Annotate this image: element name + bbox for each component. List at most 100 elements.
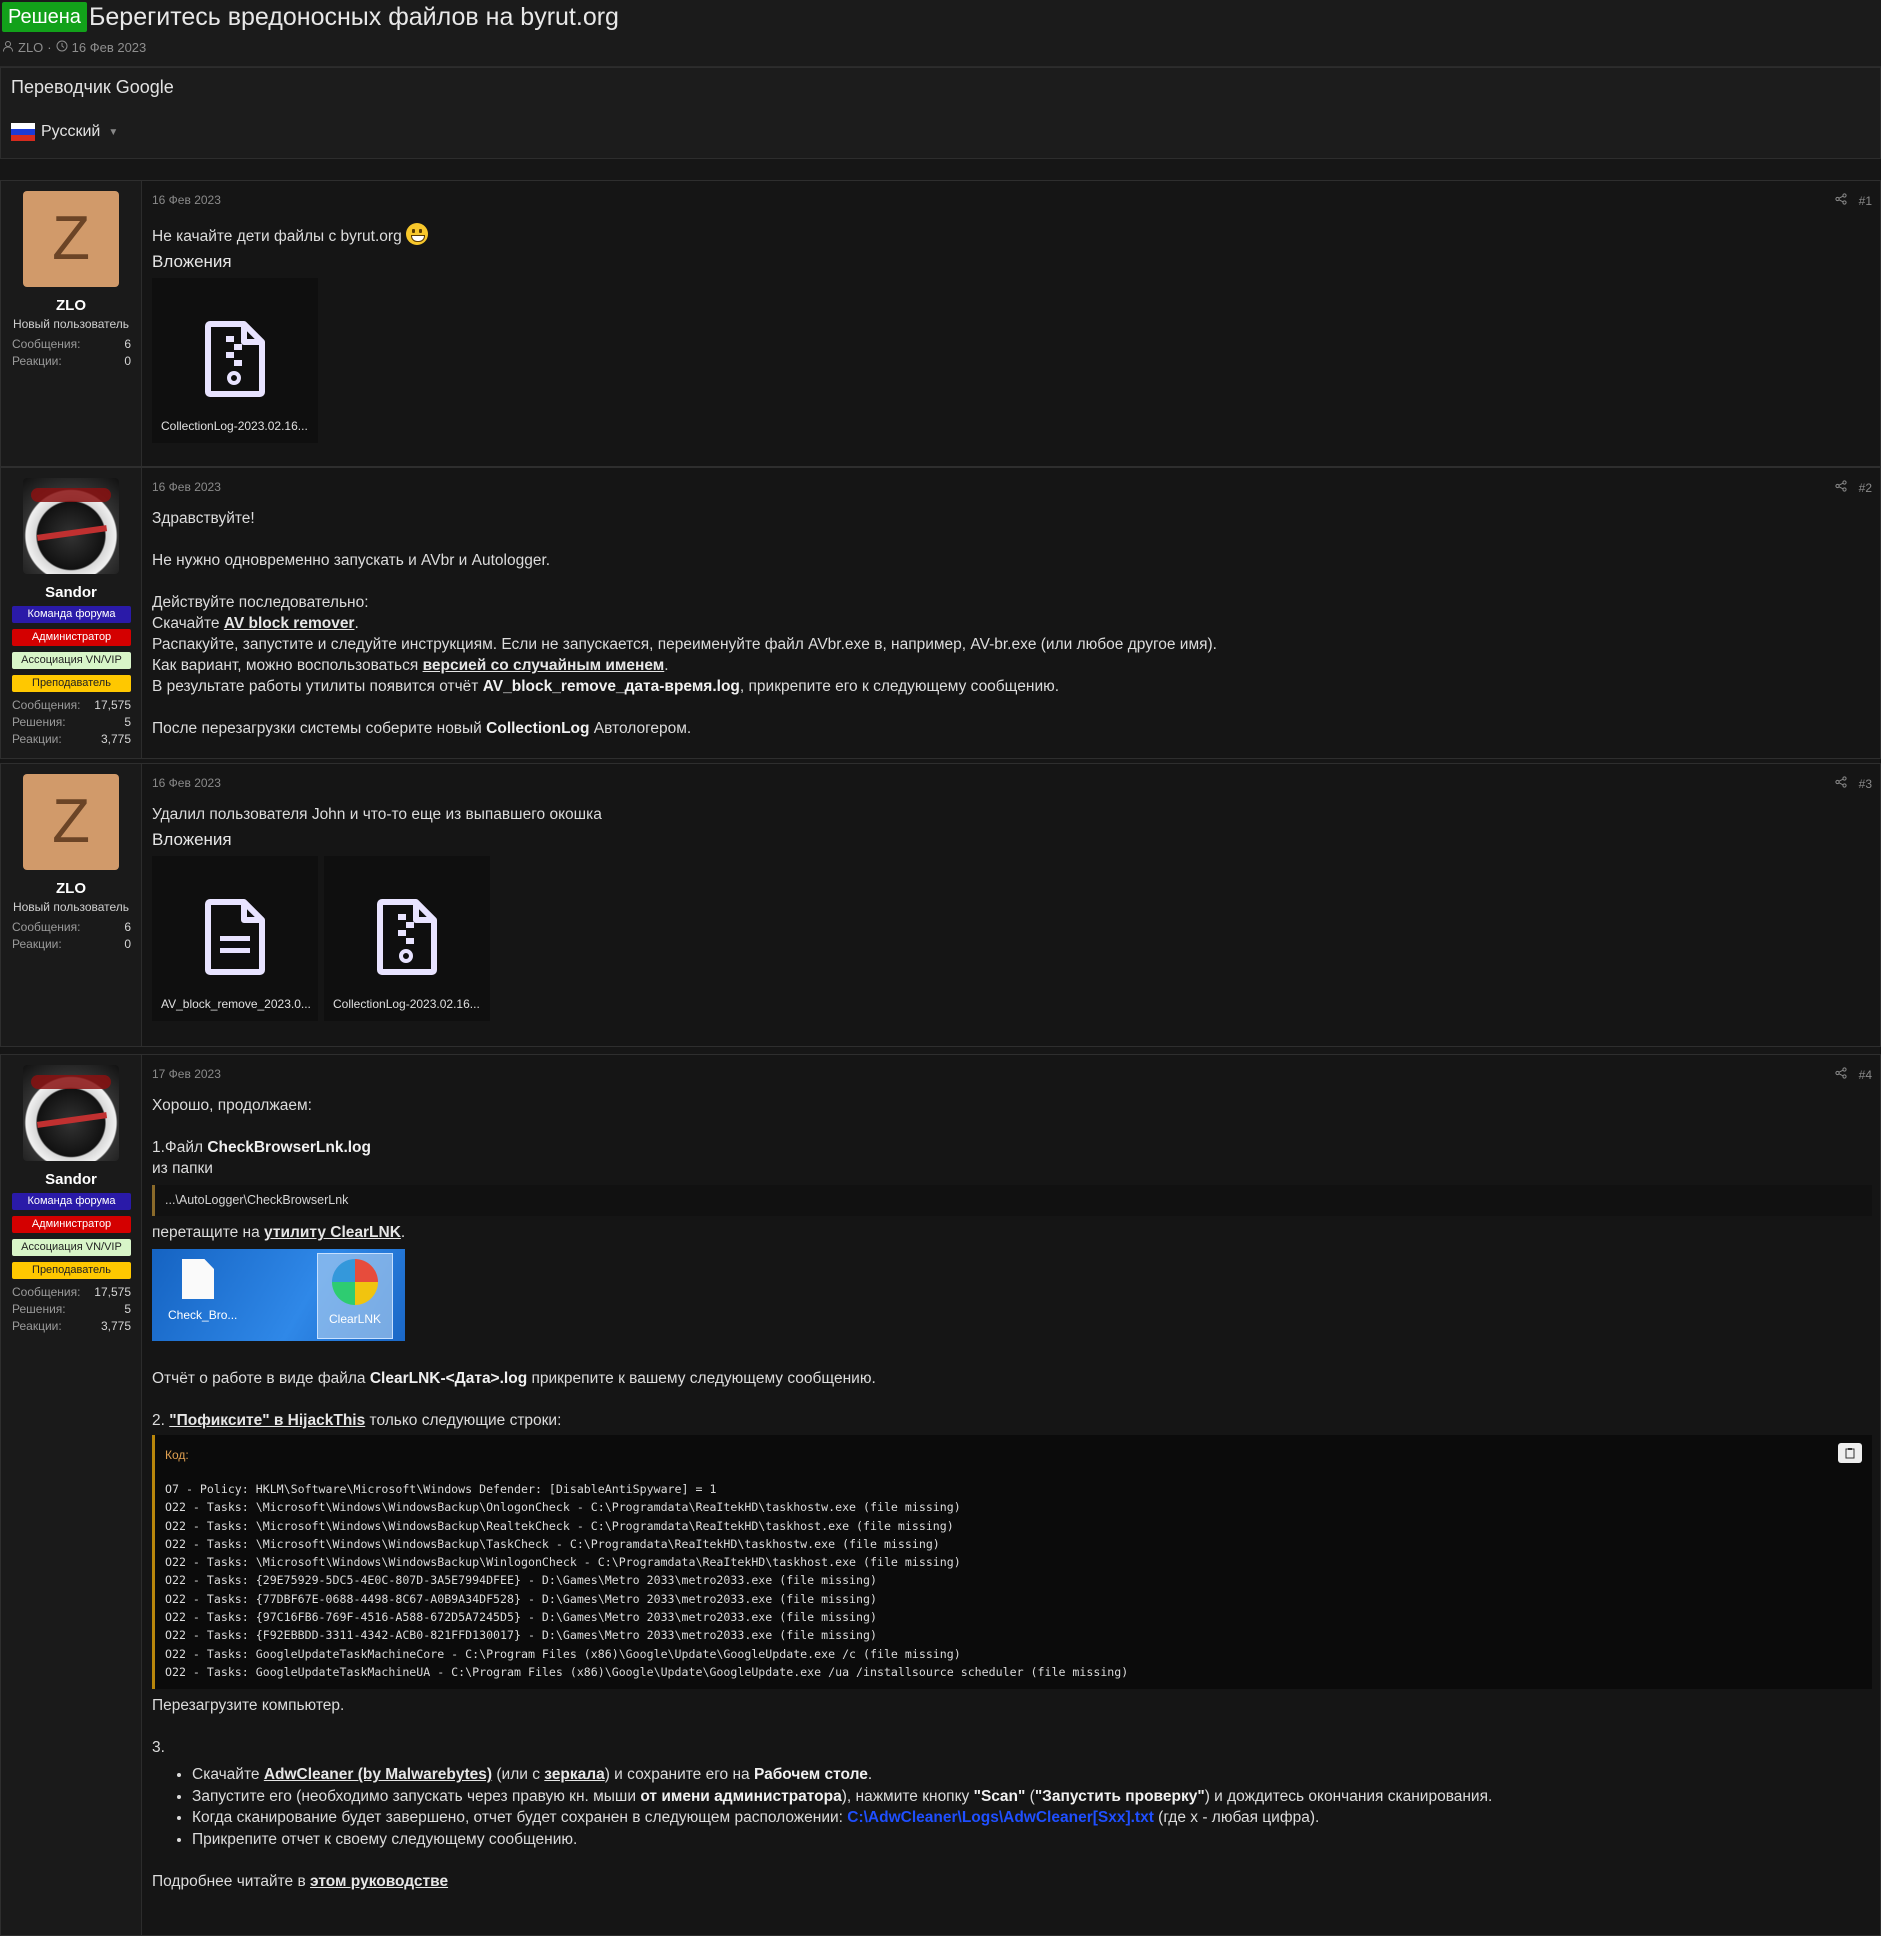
language-select-value: Русский	[41, 123, 101, 140]
stat-reactions: Реакции: 3,775	[12, 1319, 131, 1333]
banner-team: Команда форума	[12, 606, 131, 623]
hijackthis-link[interactable]: "Пофиксите" в HijackThis	[169, 1412, 365, 1429]
attachment-name: CollectionLog-2023.02.16...	[161, 419, 308, 433]
zip-file-icon	[377, 899, 437, 975]
stat-solutions: Решения: 5	[12, 1302, 131, 1316]
text-file-icon	[205, 899, 265, 975]
translator-title: Переводчик Google	[11, 77, 174, 97]
guide-link[interactable]: этом руководстве	[310, 1873, 448, 1890]
clearlnk-link[interactable]: утилиту ClearLNK	[264, 1224, 401, 1241]
share-icon[interactable]	[1835, 480, 1847, 495]
attachments-header: Вложения	[152, 830, 232, 849]
thread-date[interactable]: 16 Фев 2023	[72, 40, 147, 55]
username[interactable]: ZLO	[1, 297, 141, 314]
avatar[interactable]: Z	[23, 191, 119, 287]
clearlnk-app-icon: ClearLNK	[328, 1259, 382, 1330]
desktop-file-icon: Check_Bro...	[168, 1259, 237, 1326]
stat-messages: Сообщения: 17,575	[12, 1285, 131, 1299]
user-sidebar: Z ZLO Новый пользователь Сообщения: 6 Реа…	[1, 181, 142, 466]
post-number[interactable]: #2	[1859, 481, 1872, 495]
code-line: O22 - Tasks: {29E75929-5DC5-4E0C-807D-3A…	[165, 1573, 877, 1588]
code-line: O22 - Tasks: \Microsoft\Windows\WindowsB…	[165, 1555, 961, 1570]
code-label: Код:	[165, 1448, 189, 1462]
path-quote: ...\AutoLogger\CheckBrowserLnk	[152, 1185, 1872, 1216]
list-item: Прикрепите отчет к своему следующему соо…	[192, 1829, 1872, 1851]
stat-messages: Сообщения: 17,575	[12, 698, 131, 712]
user-title: Новый пользователь	[12, 317, 130, 331]
user-sidebar: Z ZLO Новый пользователь Сообщения: 6 Реа…	[1, 764, 142, 1046]
post-date[interactable]: 16 Фев 2023	[152, 480, 221, 494]
banner-vip: Ассоциация VN/VIP	[12, 652, 131, 669]
stat-messages: Сообщения: 6	[12, 920, 131, 934]
avatar[interactable]: Z	[23, 774, 119, 870]
banner-vip: Ассоциация VN/VIP	[12, 1239, 131, 1256]
adwcleaner-link[interactable]: AdwCleaner (by Malwarebytes)	[264, 1766, 492, 1783]
copy-button[interactable]	[1838, 1443, 1862, 1463]
user-icon	[2, 40, 14, 55]
post-4: Sandor Команда форума Администратор Ассо…	[0, 1054, 1881, 1936]
banner-admin: Администратор	[12, 1216, 131, 1233]
post-date[interactable]: 17 Фев 2023	[152, 1067, 221, 1081]
random-name-version-link[interactable]: версией со случайным именем	[423, 657, 665, 674]
list-item: Запустите его (необходимо запускать чере…	[192, 1786, 1872, 1808]
username[interactable]: Sandor	[1, 1171, 141, 1188]
solved-badge: Решена	[2, 2, 87, 32]
code-line: O22 - Tasks: {F92EBBDD-3311-4342-ACB0-82…	[165, 1628, 877, 1643]
banner-admin: Администратор	[12, 629, 131, 646]
greeting: Здравствуйте!	[152, 510, 255, 527]
share-icon[interactable]	[1835, 1067, 1847, 1082]
clock-icon	[56, 40, 68, 55]
code-line: O22 - Tasks: \Microsoft\Windows\WindowsB…	[165, 1518, 954, 1533]
post-1: Z ZLO Новый пользователь Сообщения: 6 Реа…	[0, 180, 1881, 467]
instruction-list: Скачайте AdwCleaner (by Malwarebytes) (и…	[152, 1764, 1872, 1850]
post-date[interactable]: 16 Фев 2023	[152, 193, 221, 207]
clearlnk-drag-screenshot: Check_Bro... ClearLNK	[152, 1249, 405, 1341]
russian-flag-icon	[11, 123, 35, 141]
share-icon[interactable]	[1835, 193, 1847, 208]
post-3: Z ZLO Новый пользователь Сообщения: 6 Реа…	[0, 763, 1881, 1047]
post-text: Удалил пользователя John и что-то еще из…	[152, 806, 602, 823]
post-date[interactable]: 16 Фев 2023	[152, 776, 221, 790]
stat-messages: Сообщения: 6	[12, 337, 131, 351]
avatar[interactable]	[23, 478, 119, 574]
code-block: Код: O7 - Policy: HKLM\Software\Microsof…	[152, 1435, 1872, 1690]
attachment-item[interactable]: CollectionLog-2023.02.16...	[324, 856, 490, 1021]
stat-reactions: Реакции: 0	[12, 354, 131, 368]
user-title: Новый пользователь	[12, 900, 130, 914]
mirror-link[interactable]: зеркала	[544, 1766, 604, 1783]
attachment-name: CollectionLog-2023.02.16...	[333, 997, 480, 1011]
avatar[interactable]	[23, 1065, 119, 1161]
stat-reactions: Реакции: 3,775	[12, 732, 131, 746]
user-sidebar: Sandor Команда форума Администратор Ассо…	[1, 468, 142, 758]
stat-reactions: Реакции: 0	[12, 937, 131, 951]
google-translator-widget: Переводчик Google Русский ▼	[0, 67, 1881, 159]
av-block-remover-link[interactable]: AV block remover	[224, 615, 355, 632]
username[interactable]: ZLO	[1, 880, 141, 897]
post-number[interactable]: #1	[1859, 194, 1872, 208]
code-line: O22 - Tasks: GoogleUpdateTaskMachineCore…	[165, 1646, 961, 1661]
attachment-item[interactable]: CollectionLog-2023.02.16...	[152, 278, 318, 443]
post-2: Sandor Команда форума Администратор Ассо…	[0, 467, 1881, 759]
code-line: O22 - Tasks: GoogleUpdateTaskMachineUA -…	[165, 1664, 1129, 1679]
log-path: C:\AdwCleaner\Logs\AdwCleaner[Sxx].txt	[847, 1809, 1154, 1827]
thread-author-link[interactable]: ZLO	[18, 40, 43, 55]
username[interactable]: Sandor	[1, 584, 141, 601]
post-number[interactable]: #4	[1859, 1068, 1872, 1082]
post-number[interactable]: #3	[1859, 777, 1872, 791]
post-text: Не качайте дети файлы с byrut.org	[152, 228, 402, 245]
stat-solutions: Решения: 5	[12, 715, 131, 729]
post-content: 17 Фев 2023 #4 Хорошо, продолжаем: 1.Фай…	[152, 1055, 1872, 1935]
post-content: 16 Фев 2023 #2 Здравствуйте! Не нужно од…	[152, 480, 1872, 737]
share-icon[interactable]	[1835, 776, 1847, 791]
thread-header: Решена Берегитесь вредоносных файлов на …	[0, 0, 1881, 67]
banner-teacher: Преподаватель	[12, 1262, 131, 1279]
code-line: O22 - Tasks: {97C16FB6-769F-4516-A588-67…	[165, 1610, 877, 1625]
list-item: Когда сканирование будет завершено, отче…	[192, 1807, 1872, 1829]
language-select[interactable]: Русский ▼	[11, 123, 118, 141]
post-content: 16 Фев 2023 #1 Не качайте дети файлы с b…	[152, 181, 1872, 466]
attachment-item[interactable]: AV_block_remove_2023.0...	[152, 856, 318, 1021]
code-line: O7 - Policy: HKLM\Software\Microsoft\Win…	[165, 1482, 717, 1496]
banner-teacher: Преподаватель	[12, 675, 131, 692]
clipboard-icon	[1845, 1448, 1855, 1459]
user-sidebar: Sandor Команда форума Администратор Ассо…	[1, 1055, 142, 1935]
